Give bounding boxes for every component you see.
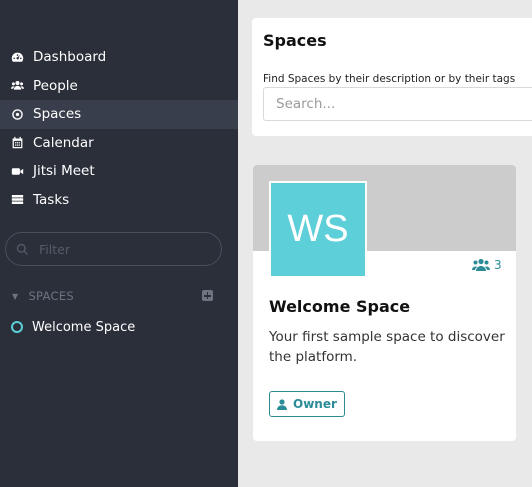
space-status-icon (11, 321, 23, 333)
tasks-icon (10, 193, 24, 207)
spaces-section-header[interactable]: ▼ SPACES (0, 286, 238, 306)
members-count-value: 3 (494, 258, 502, 272)
nav-label-people: People (33, 77, 78, 94)
video-icon (10, 164, 24, 178)
nav-item-calendar[interactable]: Calendar (0, 129, 238, 158)
nav-item-people[interactable]: People (0, 72, 238, 101)
space-card[interactable]: WS 3 Welcome Space Your first sample spa… (253, 165, 516, 441)
add-space-icon[interactable] (202, 290, 213, 301)
caret-down-icon[interactable]: ▼ (12, 292, 18, 301)
role-label: Owner (293, 397, 337, 411)
nav-label-tasks: Tasks (33, 191, 70, 208)
nav-label-jitsi-meet: Jitsi Meet (33, 163, 95, 180)
search-label: Find Spaces by their description or by t… (263, 73, 516, 85)
user-icon (277, 398, 287, 410)
members-count[interactable]: 3 (472, 258, 502, 272)
nav-label-dashboard: Dashboard (33, 49, 107, 66)
dashboard-icon (10, 50, 24, 64)
spaces-section-label: SPACES (28, 289, 75, 303)
filter-field (5, 232, 222, 266)
people-icon (10, 79, 24, 93)
search-icon (16, 243, 29, 255)
space-description: Your first sample space to discover the … (269, 329, 505, 365)
search-input[interactable] (263, 87, 532, 121)
spaces-search-panel: Spaces Find Spaces by their description … (252, 18, 532, 136)
role-badge: Owner (269, 391, 345, 417)
nav-label-calendar: Calendar (33, 134, 94, 151)
sidebar: Dashboard People Spaces Calendar Jitsi M… (0, 0, 238, 487)
nav-item-jitsi-meet[interactable]: Jitsi Meet (0, 157, 238, 186)
sidebar-nav: Dashboard People Spaces Calendar Jitsi M… (0, 43, 238, 214)
nav-label-spaces: Spaces (33, 106, 82, 123)
spaces-icon (10, 107, 24, 121)
sidebar-space-label: Welcome Space (32, 319, 136, 335)
nav-item-spaces[interactable]: Spaces (0, 100, 238, 129)
calendar-icon (10, 136, 24, 150)
nav-item-tasks[interactable]: Tasks (0, 186, 238, 215)
sidebar-space-welcome-space[interactable]: Welcome Space (0, 316, 238, 338)
page-title: Spaces (263, 31, 327, 50)
space-avatar[interactable]: WS (269, 181, 367, 278)
space-title[interactable]: Welcome Space (269, 297, 410, 316)
people-icon (472, 258, 490, 271)
filter-input[interactable] (39, 241, 199, 257)
nav-item-dashboard[interactable]: Dashboard (0, 43, 238, 72)
